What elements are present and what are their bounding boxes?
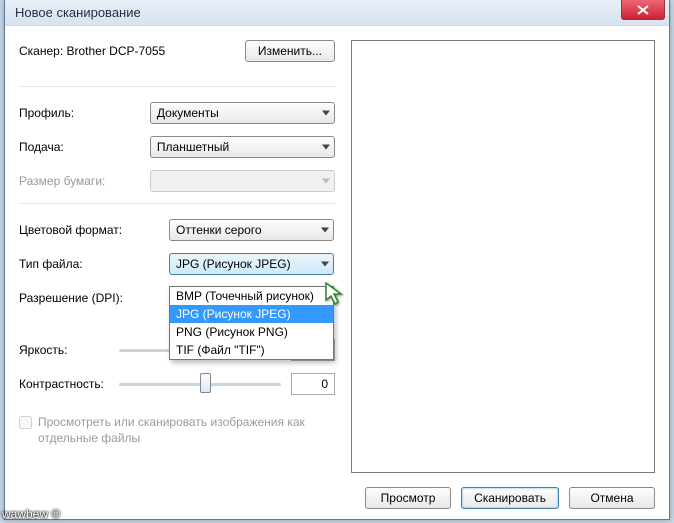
filetype-option-png[interactable]: PNG (Рисунок PNG): [170, 323, 333, 341]
filetype-combo[interactable]: JPG (Рисунок JPEG): [169, 253, 334, 275]
close-icon: [637, 5, 649, 15]
window-title: Новое сканирование: [15, 5, 141, 20]
cancel-button[interactable]: Отмена: [569, 487, 655, 509]
paper-label: Размер бумаги:: [19, 174, 150, 188]
color-combo[interactable]: Оттенки серого: [169, 219, 334, 241]
profile-row: Профиль: Документы: [19, 101, 335, 125]
preview-panel: Просмотр Сканировать Отмена: [347, 26, 669, 519]
close-button[interactable]: [621, 0, 665, 20]
color-value: Оттенки серого: [176, 223, 262, 237]
chevron-down-icon: [322, 111, 330, 116]
dialog-window: Новое сканирование Сканер: Brother DCP-7…: [4, 0, 670, 520]
separator: [19, 203, 335, 204]
separate-files-row: Просмотреть или сканировать изображения …: [19, 414, 335, 446]
contrast-row: Контрастность: 0: [19, 372, 335, 396]
profile-label: Профиль:: [19, 106, 150, 120]
separate-files-checkbox: [19, 416, 32, 429]
scanner-label: Сканер: Brother DCP-7055: [19, 44, 165, 58]
filetype-dropdown[interactable]: BMP (Точечный рисунок) JPG (Рисунок JPEG…: [169, 286, 334, 360]
brightness-label: Яркость:: [19, 343, 119, 357]
contrast-slider[interactable]: [119, 373, 281, 395]
watermark: wawbew ©: [2, 507, 60, 521]
filetype-label: Тип файла:: [19, 257, 169, 271]
filetype-option-jpg[interactable]: JPG (Рисунок JPEG): [170, 305, 333, 323]
paper-combo: [150, 170, 335, 192]
color-label: Цветовой формат:: [19, 223, 169, 237]
chevron-down-icon: [321, 228, 329, 233]
preview-area: [351, 40, 655, 473]
chevron-down-icon: [322, 179, 330, 184]
feed-row: Подача: Планшетный: [19, 135, 335, 159]
chevron-down-icon: [321, 262, 329, 267]
separator: [19, 86, 335, 87]
contrast-label: Контрастность:: [19, 377, 119, 391]
chevron-down-icon: [322, 145, 330, 150]
feed-label: Подача:: [19, 140, 150, 154]
profile-combo[interactable]: Документы: [150, 102, 335, 124]
filetype-row: Тип файла: JPG (Рисунок JPEG): [19, 252, 335, 276]
filetype-option-tif[interactable]: TIF (Файл "TIF"): [170, 341, 333, 359]
filetype-value: JPG (Рисунок JPEG): [176, 257, 291, 271]
feed-combo[interactable]: Планшетный: [150, 136, 335, 158]
separate-files-label: Просмотреть или сканировать изображения …: [38, 414, 335, 446]
dpi-label: Разрешение (DPI):: [19, 291, 169, 305]
color-row: Цветовой формат: Оттенки серого: [19, 218, 335, 242]
contrast-value[interactable]: 0: [291, 373, 335, 395]
titlebar: Новое сканирование: [5, 0, 669, 26]
feed-value: Планшетный: [157, 140, 229, 154]
preview-button[interactable]: Просмотр: [365, 487, 451, 509]
client-area: Сканер: Brother DCP-7055 Изменить... Про…: [5, 26, 669, 519]
settings-panel: Сканер: Brother DCP-7055 Изменить... Про…: [5, 26, 347, 519]
scan-button[interactable]: Сканировать: [461, 487, 559, 509]
scanner-row: Сканер: Brother DCP-7055 Изменить...: [19, 40, 335, 62]
filetype-option-bmp[interactable]: BMP (Точечный рисунок): [170, 287, 333, 305]
profile-value: Документы: [157, 106, 219, 120]
footer-buttons: Просмотр Сканировать Отмена: [351, 473, 655, 509]
change-scanner-button[interactable]: Изменить...: [245, 40, 335, 62]
paper-row: Размер бумаги:: [19, 169, 335, 193]
